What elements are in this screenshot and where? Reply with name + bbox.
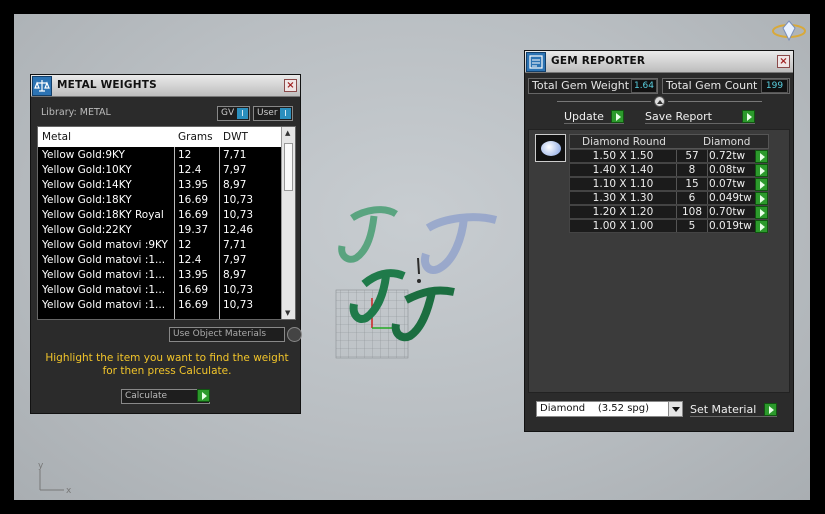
update-button[interactable]: Update [564,109,624,124]
scale-icon [32,76,52,96]
gem-row[interactable]: 1.50 X 1.50 57 0.72tw [569,149,769,163]
gem-list-area: Diamond Round Diamond 1.50 X 1.50 57 0.72t… [528,129,790,393]
metal-row[interactable]: Yellow Gold matovi :1... 16.69 10,73 [38,298,281,313]
col-dwt: DWT [223,131,248,143]
metal-list-header: Metal Grams DWT [38,127,281,147]
metal-row[interactable]: Yellow Gold matovi :1... 13.95 8,97 [38,268,281,283]
col-metal: Metal [42,131,71,143]
play-icon[interactable] [764,403,777,416]
gem-row[interactable]: 1.10 X 1.10 15 0.07tw [569,177,769,191]
metal-row[interactable]: Yellow Gold:9KY 12 7,71 [38,148,281,163]
play-icon[interactable] [755,150,768,163]
total-gem-weight-value: 1.64 [631,79,657,93]
col-diamond-round: Diamond Round [582,136,666,148]
metal-row[interactable]: Yellow Gold matovi :9KY 12 7,71 [38,238,281,253]
instruction-text: Highlight the item you want to find the … [45,352,289,377]
view-gizmo-icon[interactable] [771,20,807,42]
set-material-button[interactable]: Set Material [690,402,777,417]
calculate-button[interactable]: Calculate [121,389,210,404]
scene-objects[interactable] [324,188,514,368]
checkbox-icon[interactable] [287,327,302,342]
gem-table-header: Diamond Round Diamond [569,134,769,149]
material-select[interactable]: Diamond (3.52 spg) [536,401,683,417]
gv-toggle[interactable]: GV I [217,106,250,121]
col-grams: Grams [178,131,213,143]
gem-row[interactable]: 1.20 X 1.20 108 0.70tw [569,205,769,219]
total-gem-count-value: 199 [761,79,788,93]
metal-weights-titlebar[interactable]: METAL WEIGHTS × [31,75,300,97]
metal-list[interactable]: Metal Grams DWT Yellow Gold:9KY 12 7,71 Yel… [37,126,296,320]
gem-report-icon [526,52,546,72]
close-icon[interactable]: × [777,55,790,68]
play-icon[interactable] [197,389,210,402]
collapse-icon[interactable] [654,96,665,107]
gem-reporter-titlebar[interactable]: GEM REPORTER × [525,51,793,73]
axis-indicator: y x [36,460,76,499]
metal-row[interactable]: Yellow Gold matovi :1... 12.4 7,97 [38,253,281,268]
metal-row[interactable]: Yellow Gold:22KY 19.37 12,46 [38,223,281,238]
user-toggle[interactable]: User I [253,106,293,121]
metal-weights-title: METAL WEIGHTS [57,79,157,91]
metal-list-scrollbar[interactable]: ▲ ▼ [281,127,295,319]
scroll-thumb[interactable] [284,143,293,191]
metal-row[interactable]: Yellow Gold:18KY Royal 16.69 10,73 [38,208,281,223]
3d-viewport[interactable]: y x METAL WEIGHTS × Library: METAL GV I … [14,14,810,500]
play-icon[interactable] [755,192,768,205]
gem-row[interactable]: 1.30 X 1.30 6 0.049tw [569,191,769,205]
chevron-down-icon[interactable] [668,402,682,416]
play-icon[interactable] [755,206,768,219]
library-label: Library: METAL [41,107,111,118]
metal-row[interactable]: Yellow Gold:14KY 13.95 8,97 [38,178,281,193]
metal-row[interactable]: Yellow Gold:18KY 16.69 10,73 [38,193,281,208]
use-object-materials-checkbox[interactable]: Use Object Materials [169,327,302,342]
play-icon[interactable] [755,178,768,191]
gem-reporter-panel: GEM REPORTER × Total Gem Weight 1.64 Tot… [524,50,794,432]
close-icon[interactable]: × [284,79,297,92]
gem-row[interactable]: 1.40 X 1.40 8 0.08tw [569,163,769,177]
metal-row[interactable]: Yellow Gold:10KY 12.4 7,97 [38,163,281,178]
play-icon[interactable] [755,220,768,233]
play-icon[interactable] [755,164,768,177]
play-icon[interactable] [742,110,755,123]
metal-weights-panel: METAL WEIGHTS × Library: METAL GV I User… [30,74,302,414]
gem-reporter-title: GEM REPORTER [551,55,646,67]
axis-y-label: y [38,461,44,471]
diamond-thumbnail[interactable] [535,134,566,162]
axis-x-label: x [66,486,72,496]
save-report-button[interactable]: Save Report [645,109,755,124]
gem-row[interactable]: 1.00 X 1.00 5 0.019tw [569,219,769,233]
play-icon[interactable] [611,110,624,123]
col-diamond: Diamond [703,136,751,148]
metal-row[interactable]: Yellow Gold matovi :1... 16.69 10,73 [38,283,281,298]
